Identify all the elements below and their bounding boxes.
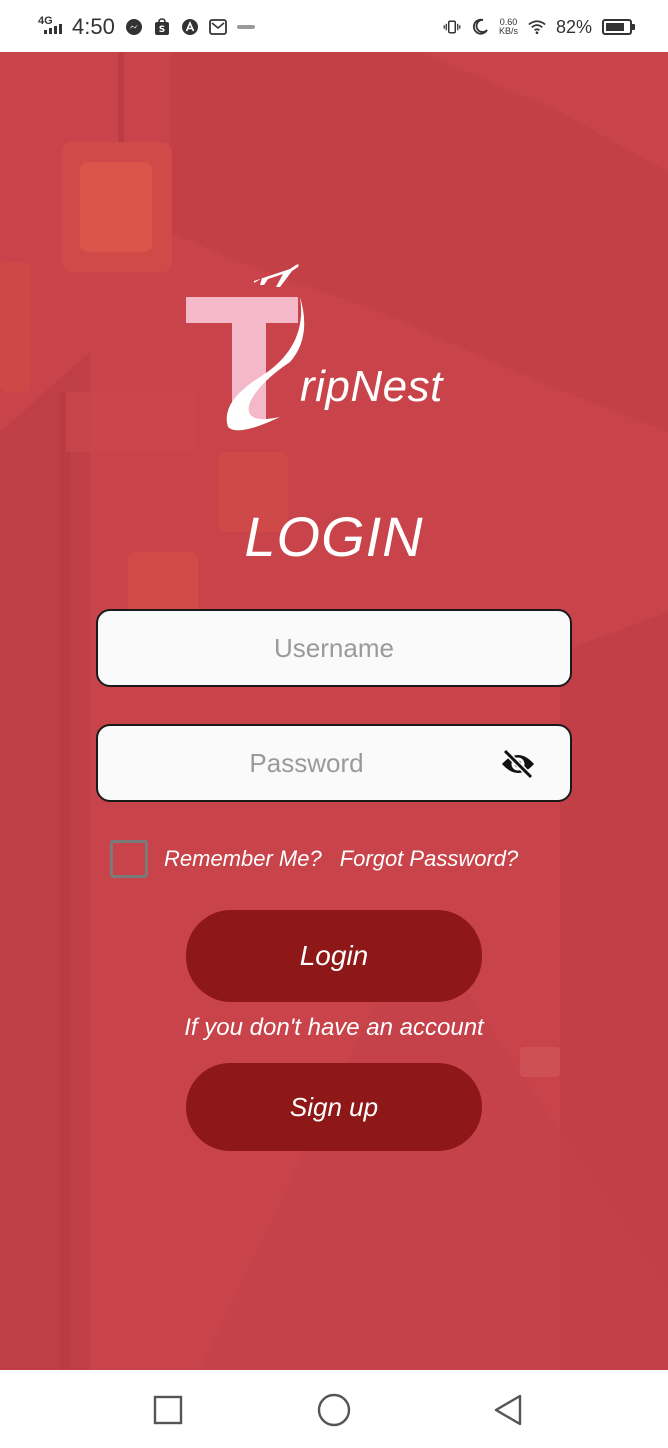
wifi-icon: [528, 18, 546, 36]
status-left: 4G 4:50 S: [38, 12, 255, 42]
status-time: 4:50: [72, 14, 115, 39]
app-a-icon: [181, 18, 199, 36]
username-input[interactable]: [98, 611, 570, 685]
circle-icon[interactable]: [316, 1392, 352, 1428]
svg-text:S: S: [159, 25, 165, 35]
logo-text: ripNest: [300, 362, 443, 411]
square-icon[interactable]: [150, 1392, 186, 1428]
login-title: LOGIN: [244, 505, 424, 568]
tripnest-logo: ripNest: [180, 257, 480, 447]
logo-mark: [186, 264, 305, 431]
status-bar: 4G 4:50 S 0.60 KB/s 82%: [0, 0, 668, 52]
gcash-icon: [236, 18, 255, 36]
messenger-icon: [125, 18, 143, 36]
mail-icon: [208, 18, 227, 36]
no-account-text: If you don't have an account: [184, 1014, 484, 1041]
battery-icon: [602, 19, 635, 35]
login-screen: ripNest LOGIN Remember Me? Forgot Passwo…: [0, 52, 668, 1370]
signup-button[interactable]: Sign up: [186, 1063, 482, 1151]
vibrate-icon: [443, 18, 461, 36]
triangle-back-icon[interactable]: [490, 1392, 526, 1428]
speed-unit: KB/s: [498, 26, 518, 36]
password-field[interactable]: [96, 724, 572, 802]
remember-row: Remember Me? Forgot Password?: [110, 839, 518, 879]
navigation-bar: [0, 1370, 668, 1448]
network-indicator: 4G: [38, 14, 66, 40]
network-speed: 0.60 KB/s: [499, 18, 518, 36]
login-button[interactable]: Login: [186, 910, 482, 1002]
battery-fill: [606, 23, 624, 31]
username-field[interactable]: [96, 609, 572, 687]
moon-icon: [471, 18, 489, 36]
street-background-image: [0, 52, 668, 1370]
status-right: 0.60 KB/s 82%: [443, 12, 635, 42]
battery-percent: 82%: [555, 16, 592, 37]
signal-icon: [44, 24, 62, 34]
shop-icon: S: [153, 18, 171, 36]
remember-checkbox[interactable]: [110, 840, 148, 878]
forgot-password-link[interactable]: Forgot Password?: [340, 846, 519, 872]
remember-label[interactable]: Remember Me?: [164, 846, 322, 872]
eye-off-icon[interactable]: [500, 748, 536, 780]
